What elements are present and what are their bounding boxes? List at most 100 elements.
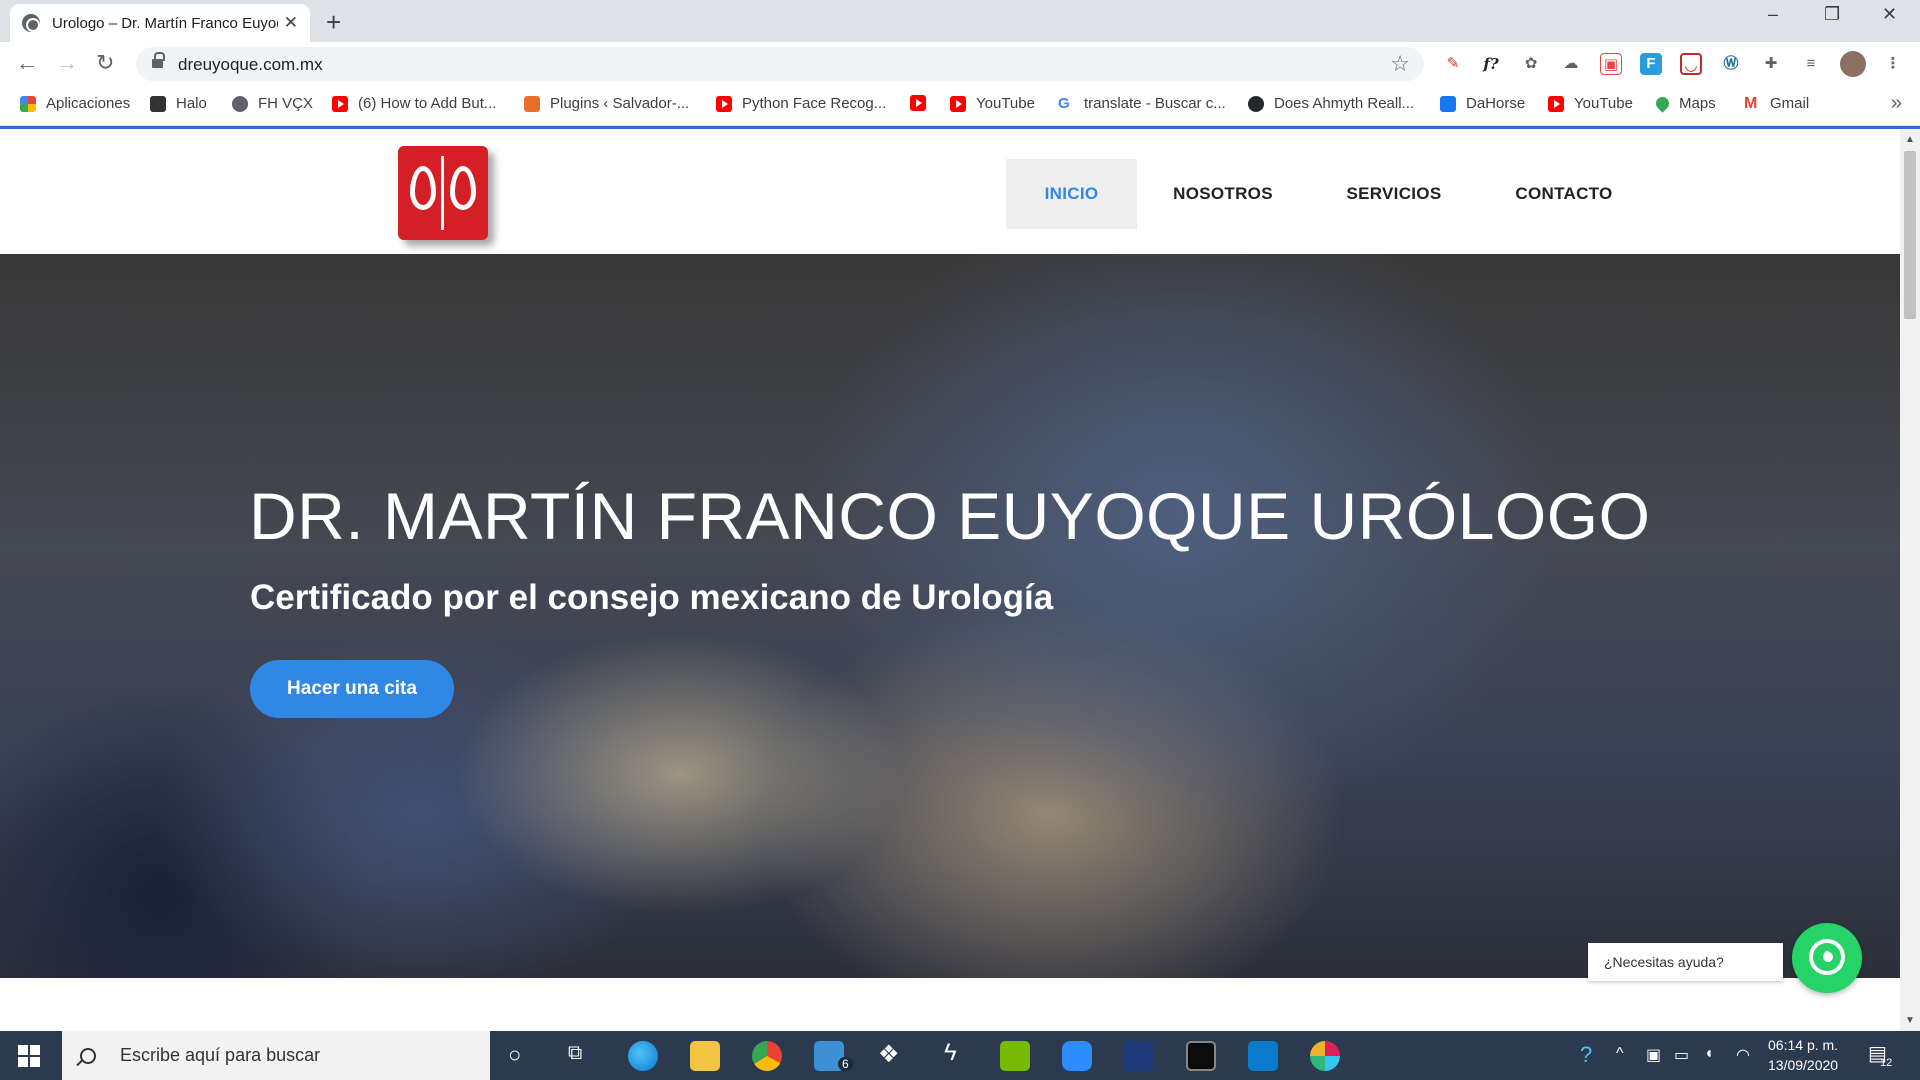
volume-icon[interactable]: ◖ xyxy=(1704,1045,1714,1063)
bookmark-translate[interactable]: G translate - Buscar c... xyxy=(1058,95,1226,112)
bookmark-plugins[interactable]: Plugins ‹ Salvador-... xyxy=(524,95,689,112)
network-monitor-icon[interactable]: ▣ xyxy=(1646,1045,1661,1065)
bookmark-dahorse[interactable]: DaHorse xyxy=(1440,95,1525,112)
nav-contacto[interactable]: CONTACTO xyxy=(1494,159,1634,229)
extension-icon[interactable]: ✿ xyxy=(1520,53,1542,75)
bookmark-python-face[interactable]: Python Face Recog... xyxy=(716,95,886,112)
profile-avatar[interactable] xyxy=(1840,51,1866,77)
media-control-icon[interactable]: ≡ xyxy=(1800,53,1822,75)
windows-start-icon[interactable] xyxy=(18,1045,40,1067)
nav-servicios[interactable]: SERVICIOS xyxy=(1316,159,1472,229)
youtube-icon xyxy=(332,95,348,112)
nav-inicio[interactable]: INICIO xyxy=(1006,159,1137,229)
bookmark-ahmyth[interactable]: Does Ahmyth Reall... xyxy=(1248,95,1414,112)
bookmark-youtube-2[interactable]: YouTube xyxy=(1548,95,1633,112)
windows-taskbar: Escribe aquí para buscar ○ ⧉ 6 ❖ ϟ ? ^ ▣… xyxy=(0,1031,1920,1080)
cortana-icon[interactable]: ○ xyxy=(508,1042,521,1068)
kidney-left-icon xyxy=(410,166,436,210)
search-icon xyxy=(80,1047,96,1064)
taskbar-search-placeholder: Escribe aquí para buscar xyxy=(120,1045,321,1065)
github-icon xyxy=(1248,95,1264,112)
address-bar[interactable]: dreuyoque.com.mx ☆ xyxy=(136,47,1424,81)
bookmark-halo[interactable]: Halo xyxy=(150,95,207,112)
color-picker-extension-icon[interactable]: ✎ xyxy=(1442,53,1464,75)
scroll-up-icon[interactable]: ▲ xyxy=(1905,134,1915,145)
new-tab-button[interactable]: + xyxy=(326,7,341,38)
browser-titlebar: Urologo – Dr. Martín Franco Euyoque ✕ + … xyxy=(0,0,1920,42)
clock-date: 13/09/2020 xyxy=(1768,1057,1839,1073)
page-scrollbar[interactable]: ▲ ▼ xyxy=(1900,129,1920,1031)
bookmark-aplicaciones[interactable]: Aplicaciones xyxy=(20,95,130,112)
edge-icon[interactable] xyxy=(628,1041,658,1071)
back-icon[interactable]: ← xyxy=(16,50,38,76)
app-lightning-icon[interactable]: ϟ xyxy=(944,1039,957,1067)
nav-nosotros[interactable]: NOSOTROS xyxy=(1152,159,1294,229)
lock-icon[interactable] xyxy=(152,52,165,69)
pocket-extension-icon[interactable]: ◡ xyxy=(1680,53,1702,75)
restore-button[interactable]: ❐ xyxy=(1824,4,1840,25)
screenshot-extension-icon[interactable]: ▣ xyxy=(1600,53,1622,75)
bookmark-star-icon[interactable]: ☆ xyxy=(1390,51,1410,77)
google-icon: G xyxy=(1058,94,1070,112)
youtube-icon xyxy=(716,95,732,112)
forward-icon[interactable]: → xyxy=(56,50,78,76)
bookmark-youtube-icon-only[interactable] xyxy=(910,95,936,111)
android-studio-icon[interactable] xyxy=(1124,1041,1154,1071)
dropbox-icon[interactable]: ❖ xyxy=(878,1040,900,1069)
browser-toolbar: ← → ↻ dreuyoque.com.mx ☆ ✎ f? ✿ ☁ ▣ F ◡ … xyxy=(0,42,1920,86)
apps-grid-icon xyxy=(20,95,36,112)
whatsapp-button[interactable] xyxy=(1792,923,1862,993)
kidney-right-icon xyxy=(450,166,476,210)
bookmarks-bar: Aplicaciones Halo FH VÇX (6) How to Add … xyxy=(0,86,1920,126)
taskbar-search[interactable]: Escribe aquí para buscar xyxy=(62,1031,490,1080)
taskbar-clock[interactable]: 06:14 p. m. 13/09/2020 xyxy=(1768,1035,1838,1075)
font-extension-icon[interactable]: f? xyxy=(1480,53,1502,75)
close-window-button[interactable]: ✕ xyxy=(1882,4,1897,25)
scroll-down-icon[interactable]: ▼ xyxy=(1905,1015,1915,1026)
address-url[interactable]: dreuyoque.com.mx xyxy=(178,55,323,75)
chrome-icon[interactable] xyxy=(752,1041,782,1071)
slack-icon[interactable] xyxy=(1310,1041,1340,1071)
extensions-puzzle-icon[interactable]: ✚ xyxy=(1760,53,1782,75)
clock-time: 06:14 p. m. xyxy=(1768,1037,1839,1053)
bookmark-youtube[interactable]: YouTube xyxy=(950,95,1035,112)
youtube-icon xyxy=(950,95,966,112)
bookmark-maps[interactable]: Maps xyxy=(1653,94,1716,113)
browser-tab[interactable]: Urologo – Dr. Martín Franco Euyoque ✕ xyxy=(10,4,310,42)
whatsapp-icon xyxy=(1809,939,1845,975)
tab-favicon-icon xyxy=(22,14,40,32)
help-tray-icon[interactable]: ? xyxy=(1580,1042,1592,1068)
website: INICIO NOSOTROS SERVICIOS CONTACTO DR. M… xyxy=(0,129,1900,1031)
vscode-icon[interactable] xyxy=(1248,1041,1278,1071)
wifi-icon[interactable]: ◠ xyxy=(1736,1045,1750,1065)
close-tab-icon[interactable]: ✕ xyxy=(284,13,298,33)
wordpress-icon[interactable]: Ⓦ xyxy=(1720,53,1742,75)
minimize-button[interactable]: – xyxy=(1768,4,1778,25)
screen: Urologo – Dr. Martín Franco Euyoque ✕ + … xyxy=(0,0,1920,1080)
book-appointment-button[interactable]: Hacer una cita xyxy=(250,660,454,718)
task-view-icon[interactable]: ⧉ xyxy=(568,1042,582,1065)
bookmark-fh[interactable]: FH VÇX xyxy=(232,95,313,112)
bookmark-how-to-add[interactable]: (6) How to Add But... xyxy=(332,95,496,112)
plugin-icon xyxy=(524,95,540,112)
extension-icon[interactable]: ☁ xyxy=(1560,53,1582,75)
globe-icon xyxy=(232,95,248,112)
show-hidden-icons[interactable]: ^ xyxy=(1616,1045,1624,1063)
extension-icon[interactable]: F xyxy=(1640,53,1662,75)
reload-icon[interactable]: ↻ xyxy=(96,50,114,76)
scrollbar-thumb[interactable] xyxy=(1904,151,1916,319)
terminal-icon[interactable] xyxy=(1186,1041,1216,1071)
nvidia-icon[interactable] xyxy=(1000,1041,1030,1071)
zoom-icon[interactable] xyxy=(1062,1041,1092,1071)
menu-kebab-icon[interactable]: ⋮ xyxy=(1882,53,1904,75)
whatsapp-help-label[interactable]: ¿Necesitas ayuda? xyxy=(1588,943,1783,981)
file-explorer-icon[interactable] xyxy=(690,1041,720,1071)
battery-icon[interactable]: ▭ xyxy=(1674,1045,1689,1065)
site-logo[interactable] xyxy=(398,146,488,240)
hero-title: DR. MARTÍN FRANCO EUYOQUE URÓLOGO xyxy=(249,479,1651,553)
bookmark-gmail[interactable]: M Gmail xyxy=(1744,95,1809,112)
halo-icon xyxy=(150,95,166,112)
mail-badge: 6 xyxy=(838,1057,853,1071)
tab-title: Urologo – Dr. Martín Franco Euyoque xyxy=(52,14,278,32)
bookmarks-overflow-icon[interactable]: » xyxy=(1891,92,1902,115)
